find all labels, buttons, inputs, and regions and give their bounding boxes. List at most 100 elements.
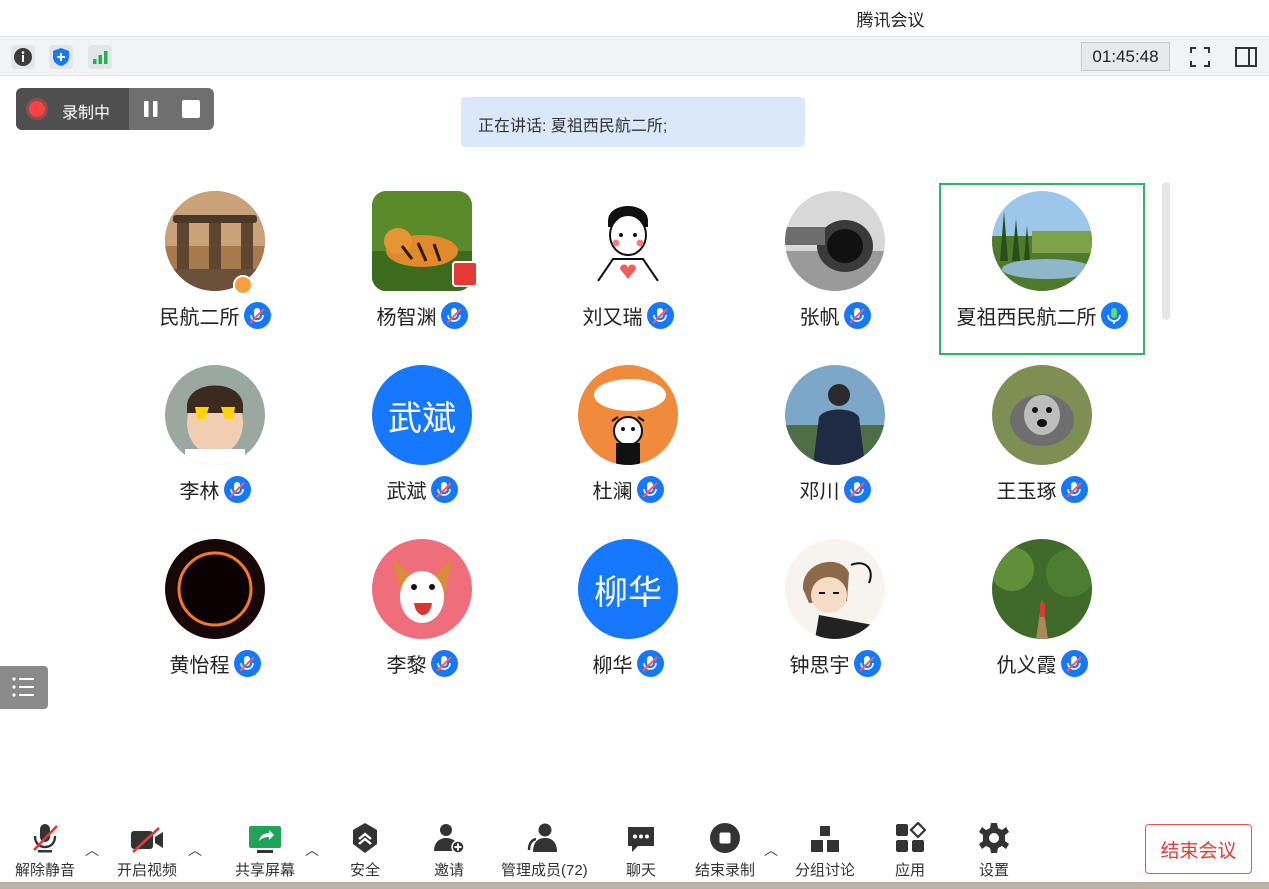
participant-tile[interactable]: 杨智渊 bbox=[319, 183, 525, 355]
participant-tile[interactable]: 民航二所 bbox=[112, 183, 318, 355]
participant-tile[interactable]: 刘又瑞 bbox=[525, 183, 731, 355]
participant-name-row: 夏祖西民航二所 bbox=[939, 301, 1145, 330]
participant-name-row: 李林 bbox=[112, 475, 318, 504]
info-icon[interactable] bbox=[11, 45, 35, 69]
mic-muted-icon bbox=[853, 650, 881, 677]
participant-name: 武斌 bbox=[386, 481, 427, 503]
participant-name-row: 杨智渊 bbox=[319, 301, 525, 330]
end-recording-button[interactable]: 结束录制 bbox=[695, 822, 755, 880]
mic-muted-icon bbox=[1060, 476, 1088, 503]
participant-avatar bbox=[785, 191, 885, 291]
participant-tile[interactable]: 邓川 bbox=[732, 357, 938, 529]
participant-name: 杨智渊 bbox=[376, 307, 437, 329]
mic-speaking-icon bbox=[1100, 302, 1128, 329]
recording-options-chevron-icon[interactable]: ︿ bbox=[764, 840, 778, 860]
breakout-rooms-button[interactable]: 分组讨论 bbox=[795, 822, 855, 880]
mic-muted-icon bbox=[243, 302, 271, 329]
pause-recording-button[interactable] bbox=[140, 99, 162, 119]
chat-button[interactable]: 聊天 bbox=[626, 822, 656, 880]
participant-name-row: 刘又瑞 bbox=[525, 301, 731, 330]
mic-muted-icon bbox=[430, 476, 458, 503]
manage-members-button[interactable]: 管理成员(72) bbox=[501, 822, 588, 880]
meeting-timer: 01:45:48 bbox=[1081, 42, 1170, 71]
participant-tile[interactable]: 李黎 bbox=[319, 531, 525, 703]
start-video-button[interactable]: 开启视频 bbox=[117, 822, 177, 880]
mic-muted-icon bbox=[843, 302, 871, 329]
participant-tile[interactable]: 杜澜 bbox=[525, 357, 731, 529]
participant-tile[interactable]: 李林 bbox=[112, 357, 318, 529]
security-shield-icon bbox=[353, 823, 377, 853]
mic-muted-icon bbox=[440, 302, 468, 329]
mic-muted-icon bbox=[843, 476, 871, 503]
mic-off-icon bbox=[33, 824, 58, 853]
participant-name: 王玉琢 bbox=[996, 481, 1057, 503]
recording-dot-icon bbox=[29, 101, 45, 117]
apps-grid-icon bbox=[896, 822, 926, 852]
app-title: 腾讯会议 bbox=[856, 11, 925, 30]
participant-tile[interactable]: 王玉琢 bbox=[939, 357, 1145, 529]
audio-options-chevron-icon[interactable]: ︿ bbox=[85, 840, 99, 860]
end-meeting-button[interactable]: 结束会议 bbox=[1145, 824, 1252, 874]
settings-button[interactable]: 设置 bbox=[978, 822, 1010, 880]
share-screen-button[interactable]: 共享屏幕 bbox=[235, 822, 295, 880]
recording-indicator: 录制中 bbox=[16, 88, 214, 130]
window-bottom-edge bbox=[0, 882, 1269, 889]
apps-button[interactable]: 应用 bbox=[894, 822, 926, 880]
participant-name: 仇义霞 bbox=[996, 655, 1057, 677]
flag-badge-icon bbox=[452, 261, 478, 287]
participant-tile[interactable]: 柳华 柳华 bbox=[525, 531, 731, 703]
participant-tile[interactable]: 仇义霞 bbox=[939, 531, 1145, 703]
participant-name: 刘又瑞 bbox=[582, 307, 643, 329]
recording-status: 录制中 bbox=[16, 88, 129, 130]
mic-muted-icon bbox=[233, 650, 261, 677]
participant-tile[interactable]: 黄怡程 bbox=[112, 531, 318, 703]
participant-avatar bbox=[165, 539, 265, 639]
participant-tile[interactable]: 武斌 武斌 bbox=[319, 357, 525, 529]
participant-name-row: 邓川 bbox=[732, 475, 938, 504]
network-signal-icon[interactable] bbox=[88, 45, 112, 69]
participant-avatar bbox=[785, 539, 885, 639]
participant-avatar bbox=[992, 191, 1092, 291]
participant-avatar bbox=[785, 365, 885, 465]
participant-tile[interactable]: 钟思宇 bbox=[732, 531, 938, 703]
stop-recording-button[interactable] bbox=[182, 100, 200, 118]
add-user-icon bbox=[434, 824, 465, 854]
invite-button[interactable]: 邀请 bbox=[433, 822, 465, 880]
security-shield-icon[interactable] bbox=[49, 45, 73, 69]
mic-muted-icon bbox=[1060, 650, 1088, 677]
gear-icon bbox=[979, 823, 1009, 853]
unmute-button[interactable]: 解除静音 bbox=[15, 822, 75, 880]
participant-name-row: 武斌 bbox=[319, 475, 525, 504]
stop-record-icon bbox=[710, 823, 740, 853]
participant-tile-active-speaker[interactable]: 夏祖西民航二所 bbox=[939, 183, 1145, 355]
title-bar: 腾讯会议 bbox=[0, 0, 1269, 36]
list-view-toggle-button[interactable] bbox=[0, 666, 48, 709]
participant-name-row: 钟思宇 bbox=[732, 649, 938, 678]
participant-avatar bbox=[578, 191, 678, 291]
mic-muted-icon bbox=[636, 650, 664, 677]
camera-off-icon bbox=[131, 827, 163, 853]
host-badge-icon bbox=[233, 275, 253, 295]
participant-tile[interactable]: 张帆 bbox=[732, 183, 938, 355]
fullscreen-icon[interactable] bbox=[1188, 45, 1212, 69]
video-options-chevron-icon[interactable]: ︿ bbox=[188, 840, 202, 860]
participant-avatar bbox=[372, 539, 472, 639]
participant-avatar bbox=[578, 365, 678, 465]
breakout-icon bbox=[811, 826, 839, 852]
active-speaker-banner: 正在讲话: 夏祖西民航二所; bbox=[461, 97, 805, 147]
mic-muted-icon bbox=[223, 476, 251, 503]
participant-name: 杜澜 bbox=[592, 481, 633, 503]
share-screen-icon bbox=[249, 826, 281, 853]
participant-name: 李林 bbox=[179, 481, 220, 503]
share-options-chevron-icon[interactable]: ︿ bbox=[305, 840, 319, 860]
participant-name-row: 李黎 bbox=[319, 649, 525, 678]
list-icon bbox=[12, 677, 34, 697]
side-panel-toggle-icon[interactable] bbox=[1234, 45, 1258, 69]
participant-name-row: 黄怡程 bbox=[112, 649, 318, 678]
participant-name-row: 民航二所 bbox=[112, 301, 318, 330]
participant-name: 柳华 bbox=[592, 655, 633, 677]
grid-scrollbar[interactable] bbox=[1162, 182, 1170, 320]
chat-bubble-icon bbox=[628, 827, 654, 852]
mic-muted-icon bbox=[636, 476, 664, 503]
security-button[interactable]: 安全 bbox=[350, 822, 380, 880]
